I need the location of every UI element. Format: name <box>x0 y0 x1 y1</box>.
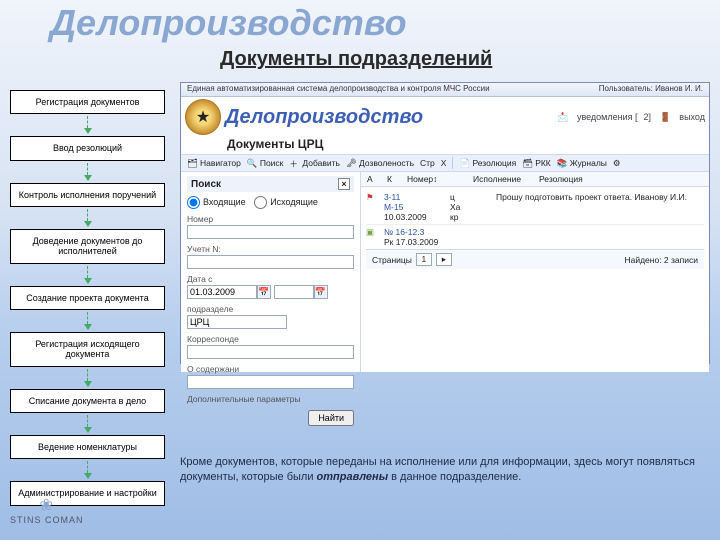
calendar-icon[interactable]: 📅 <box>257 285 271 299</box>
vendor-logo: ❀ STINS COMAN <box>10 495 84 525</box>
tb-search[interactable]: 🔍Поиск <box>247 158 284 168</box>
arrow-icon <box>10 312 165 330</box>
search-title: Поиск <box>191 179 221 190</box>
lbl-cont: О содержани <box>187 364 354 374</box>
tb-access[interactable]: 🗝Дозволеность <box>346 158 414 168</box>
tb-navigator[interactable]: 🗂Навигатор <box>187 158 241 168</box>
results-footer: Страницы 1 ▸ Найдено: 2 записи <box>366 249 704 269</box>
arrow-icon <box>10 116 165 134</box>
lbl-date: Дата с <box>187 274 354 284</box>
doc-sub-link[interactable]: М-15 <box>384 202 403 212</box>
tb-resolution[interactable]: 📄Резолюция <box>459 158 516 168</box>
arrow-icon <box>10 209 165 227</box>
app-subhead: Документы ЦРЦ <box>181 137 709 154</box>
doc-sub-link[interactable]: № 16-12.3 <box>384 227 424 237</box>
tb-settings[interactable]: ⚙ <box>613 158 624 168</box>
user-info: Пользователь: Иванов И. И. <box>599 84 703 95</box>
table-row[interactable]: ▣ № 16-12.3 Рк 17.03.2009 <box>366 224 704 249</box>
step-register-doc[interactable]: Регистрация документов <box>10 90 165 114</box>
table-row[interactable]: ⚑ 3-11 М-15 10.03.2009 ц Ха кр Прошу под… <box>366 190 704 224</box>
close-panel-button[interactable]: × <box>338 178 350 190</box>
pager-next[interactable]: ▸ <box>436 253 452 266</box>
col-k[interactable]: К <box>387 174 401 184</box>
col-num[interactable]: Номер↕ <box>407 174 467 184</box>
input-num[interactable] <box>187 225 354 239</box>
step-deliver[interactable]: Доведение документов до исполнителей <box>10 229 165 264</box>
find-button[interactable]: Найти <box>308 410 354 426</box>
toolbar-main: 🗂Навигатор 🔍Поиск ＋Добавить 🗝Дозволеност… <box>181 154 709 172</box>
tb-close[interactable]: X <box>441 158 447 168</box>
search-icon: 🔍 <box>247 158 257 168</box>
exit-link[interactable]: 🚪 выход <box>660 112 705 122</box>
workflow-sidebar: Регистрация документов Ввод резолюций Ко… <box>10 90 165 506</box>
radio-outgoing[interactable]: Исходящие <box>254 197 318 207</box>
tb-add[interactable]: ＋Добавить <box>289 158 340 168</box>
input-uch[interactable] <box>187 255 354 269</box>
system-name: Единая автоматизированная система делопр… <box>187 84 490 95</box>
input-dept[interactable] <box>187 315 287 329</box>
app-brand: Делопроизводство <box>225 106 423 129</box>
doc-date: 10.03.2009 <box>384 212 427 222</box>
key-icon: 🗝 <box>346 158 356 168</box>
arrow-icon <box>10 415 165 433</box>
flag-icon: ⚑ <box>366 192 378 203</box>
lbl-corr: Корреспонде <box>187 334 354 344</box>
step-resolution[interactable]: Ввод резолюций <box>10 136 165 160</box>
plus-icon: ＋ <box>289 158 299 168</box>
step-writeoff[interactable]: Списание документа в дело <box>10 389 165 413</box>
logo-icon: ❀ <box>10 495 84 515</box>
col-a[interactable]: А <box>367 174 381 184</box>
lbl-dept: подразделе <box>187 304 354 314</box>
book-icon: 📚 <box>557 158 567 168</box>
arrow-icon <box>10 163 165 181</box>
col-res[interactable]: Резолюция <box>539 174 583 184</box>
emblem-icon: ★ <box>185 99 221 135</box>
lbl-uch: Учетн N: <box>187 244 354 254</box>
input-date-from[interactable] <box>187 285 257 299</box>
tb-page[interactable]: Стр <box>420 158 435 168</box>
notify-link[interactable]: 📩 уведомления [2] <box>557 112 651 122</box>
app-window: Единая автоматизированная система делопр… <box>180 82 710 364</box>
exec-cell: Ха <box>450 202 460 212</box>
input-date-to[interactable] <box>274 285 314 299</box>
gear-icon: ⚙ <box>613 158 623 168</box>
input-cont[interactable] <box>187 375 354 389</box>
exec-cell: ц <box>450 192 455 202</box>
radio-incoming[interactable]: Входящие <box>187 197 246 207</box>
pager-current[interactable]: 1 <box>416 253 432 266</box>
doc-date: Рк 17.03.2009 <box>384 237 438 247</box>
brand-tools: 📩 уведомления [2] 🚪 выход <box>551 112 705 123</box>
doc-icon: 📄 <box>459 158 469 168</box>
exec-cell: кр <box>450 212 458 222</box>
page-title-sub: Документы подразделений <box>220 48 492 71</box>
search-panel: Поиск × Входящие Исходящие Номер Учетн N:… <box>181 172 361 372</box>
page-title-main: Делопроизводство <box>50 2 407 44</box>
card-icon: 🗃 <box>522 158 532 168</box>
arrow-icon <box>10 461 165 479</box>
tb-rkk[interactable]: 🗃РКК <box>522 158 551 168</box>
step-nomenclature[interactable]: Ведение номенклатуры <box>10 435 165 459</box>
results-panel: А К Номер↕ Исполнение Резолюция ⚑ 3-11 М… <box>361 172 709 372</box>
arrow-icon <box>10 266 165 284</box>
sort-icon[interactable]: ↕ <box>433 174 437 184</box>
app-system-bar: Единая автоматизированная система делопр… <box>181 83 709 97</box>
step-register-out[interactable]: Регистрация исходящего документа <box>10 332 165 367</box>
extra-params-link[interactable]: Дополнительные параметры <box>187 394 354 404</box>
tb-journals[interactable]: 📚Журналы <box>557 158 607 168</box>
col-exec[interactable]: Исполнение <box>473 174 533 184</box>
arrow-icon <box>10 369 165 387</box>
step-draft[interactable]: Создание проекта документа <box>10 286 165 310</box>
input-corr[interactable] <box>187 345 354 359</box>
doc-num-link[interactable]: 3-11 <box>384 192 400 202</box>
pager-label: Страницы <box>372 255 412 265</box>
row-marker-icon: ▣ <box>366 227 378 238</box>
found-label: Найдено: 2 записи <box>624 255 698 265</box>
tree-icon: 🗂 <box>187 158 197 168</box>
calendar-icon[interactable]: 📅 <box>314 285 328 299</box>
res-text: Прошу подготовить проект ответа. Иванову… <box>496 192 704 202</box>
slide-caption: Кроме документов, которые переданы на ис… <box>180 455 710 485</box>
lbl-num: Номер <box>187 214 354 224</box>
step-control[interactable]: Контроль исполнения поручений <box>10 183 165 207</box>
